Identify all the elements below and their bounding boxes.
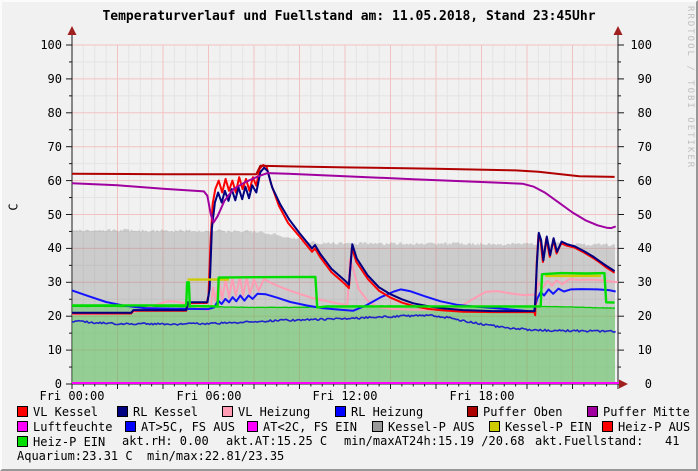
legend-item: Heiz-P EIN: [17, 435, 105, 449]
legend-label: RL Heizung: [351, 405, 423, 419]
legend-label: akt.Fuellstand: 41: [535, 434, 680, 448]
legend-item: RL Heizung: [335, 405, 423, 419]
legend-label: VL Heizung: [238, 405, 310, 419]
legend-item: min/maxAT24h:15.19 /20.68: [344, 435, 525, 448]
legend-item: VL Kessel: [17, 405, 98, 419]
legend-swatch: [17, 436, 28, 447]
y-tick-label-right: 70: [622, 141, 652, 153]
legend-label: Kessel-P EIN: [505, 420, 592, 434]
legend-item: min/max:22.81/23.35: [147, 450, 284, 463]
legend-swatch: [489, 421, 500, 432]
y-tick-label-right: 20: [622, 310, 652, 322]
legend-swatch: [247, 421, 258, 432]
legend-swatch: [17, 421, 28, 432]
legend-swatch: [467, 406, 478, 417]
y-tick-label-left: 50: [30, 209, 62, 221]
legend-label: Puffer Mitte: [603, 405, 690, 419]
legend-item: Puffer Oben: [467, 405, 562, 419]
y-tick-label-left: 20: [30, 310, 62, 322]
legend-item: RL Kessel: [117, 405, 198, 419]
legend-label: AT<2C, FS EIN: [263, 420, 357, 434]
legend-label: min/maxAT24h:15.19 /20.68: [344, 434, 525, 448]
y-tick-label-left: 70: [30, 141, 62, 153]
legend-label: VL Kessel: [33, 405, 98, 419]
y-tick-label-right: 80: [622, 107, 652, 119]
legend-item: Heiz-P AUS: [602, 420, 690, 434]
y-tick-label-left: 10: [30, 344, 62, 356]
x-axis-label: Fri 12:00: [305, 390, 385, 402]
legend-swatch: [222, 406, 233, 417]
legend-label: Heiz-P EIN: [33, 435, 105, 449]
legend-label: Puffer Oben: [483, 405, 562, 419]
y-tick-label-left: 30: [30, 276, 62, 288]
legend-label: AT>5C, FS AUS: [141, 420, 235, 434]
legend-swatch: [117, 406, 128, 417]
x-axis-label: Fri 18:00: [442, 390, 522, 402]
legend-label: Heiz-P AUS: [618, 420, 690, 434]
legend-item: Puffer Mitte: [587, 405, 690, 419]
legend-swatch: [17, 406, 28, 417]
y-tick-label-right: 60: [622, 175, 652, 187]
legend-item: AT<2C, FS EIN: [247, 420, 357, 434]
legend-swatch: [125, 421, 136, 432]
legend-label: RL Kessel: [133, 405, 198, 419]
legend-item: Kessel-P AUS: [372, 420, 475, 434]
fuellstand-area: [72, 306, 615, 384]
legend-item: VL Heizung: [222, 405, 310, 419]
legend-swatch: [372, 421, 383, 432]
legend-item: akt.rH: 0.00: [122, 435, 209, 448]
legend-label: Luftfeuchte: [33, 420, 112, 434]
y-tick-label-left: 80: [30, 107, 62, 119]
legend-item: akt.AT:15.25 C: [226, 435, 327, 448]
legend-label: Aquarium:23.31 C: [17, 449, 133, 463]
y-tick-label-right: 30: [622, 276, 652, 288]
legend-item: AT>5C, FS AUS: [125, 420, 235, 434]
legend-swatch: [602, 421, 613, 432]
y-tick-label-left: 60: [30, 175, 62, 187]
legend-item: Luftfeuchte: [17, 420, 112, 434]
y-tick-label-right: 0: [622, 378, 652, 390]
rrdtool-graph-window: Temperaturverlauf und Fuellstand am: 11.…: [0, 0, 698, 471]
y-tick-label-right: 10: [622, 344, 652, 356]
legend-swatch: [335, 406, 346, 417]
y-tick-label-left: 100: [30, 39, 62, 51]
legend-label: akt.AT:15.25 C: [226, 434, 327, 448]
y-tick-label-right: 90: [622, 73, 652, 85]
y-tick-label-left: 40: [30, 242, 62, 254]
legend-label: min/max:22.81/23.35: [147, 449, 284, 463]
legend-swatch: [587, 406, 598, 417]
y-tick-label-left: 90: [30, 73, 62, 85]
legend-label: akt.rH: 0.00: [122, 434, 209, 448]
x-axis-label: Fri 06:00: [169, 390, 249, 402]
x-axis-label: Fri 00:00: [32, 390, 112, 402]
series-puffer-mitte: [72, 173, 616, 228]
y-tick-label-right: 40: [622, 242, 652, 254]
legend-item: Aquarium:23.31 C: [17, 450, 133, 463]
legend-item: Kessel-P EIN: [489, 420, 592, 434]
legend-item: akt.Fuellstand: 41: [535, 435, 680, 448]
y-tick-label-right: 100: [622, 39, 652, 51]
y-tick-label-right: 50: [622, 209, 652, 221]
legend-label: Kessel-P AUS: [388, 420, 475, 434]
